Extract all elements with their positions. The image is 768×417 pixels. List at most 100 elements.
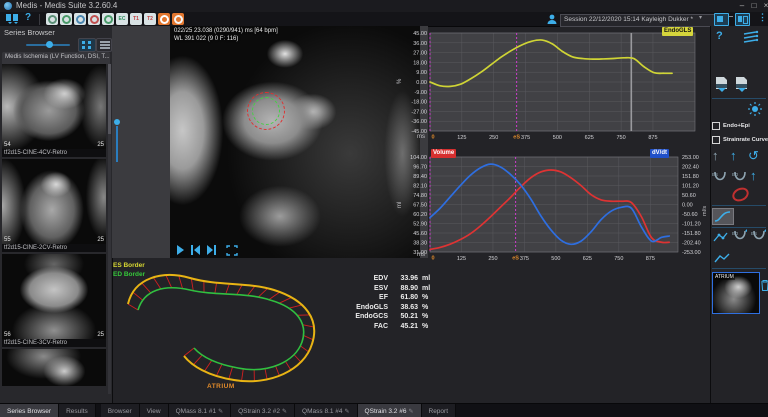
measurement-row: EDV33.96ml [332,274,438,284]
app-icon-2[interactable] [60,13,72,25]
atrium-contour-plot[interactable]: ATRIUM [112,258,344,400]
app-icon-1[interactable] [46,13,58,25]
app-icon-6[interactable]: EC [116,13,128,25]
undo-icon[interactable]: ↺ [748,148,759,164]
series-thumbnail[interactable]: 5625tf2d15-CINE-3CV-Retro [2,254,106,347]
overflow-menu-icon[interactable]: ⋮ [758,12,767,23]
ed-contour-icon[interactable]: ED [731,170,749,185]
tab-results[interactable]: Results [59,404,96,417]
dvdt-chip[interactable]: dV/dt [650,149,669,158]
series-thumbnail-list: 5425tf2d15-CINE-4CV-Retro5525tf2d15-CINE… [2,64,106,388]
es-redetect-icon[interactable]: ES [750,229,768,244]
close-button[interactable]: × [760,0,768,11]
series-name: tf2d15-CINE-2CV-Retro [2,244,106,252]
svg-text:ED: ED [732,231,739,236]
endo-epi-checkbox[interactable] [712,122,720,130]
propagate-up-icon[interactable]: ↑ [750,168,757,183]
frame-slider-handle[interactable] [114,119,120,125]
measurement-row: EndoGLS38.63% [332,303,438,313]
svg-text:ES: ES [751,231,757,236]
maximize-button[interactable]: □ [748,0,760,11]
frame-slider-track[interactable] [116,126,118,162]
svg-text:-151.80: -151.80 [682,231,701,237]
tab-browser[interactable]: Browser [101,404,140,417]
sigmoid-curve-button[interactable] [712,208,734,225]
app-icon-9[interactable] [158,13,170,25]
roi-contour-green[interactable] [252,97,280,125]
svg-text:0: 0 [431,135,434,141]
previous-frame-button[interactable] [190,245,201,256]
endo-epi-checkbox-row: Endo+Epi [712,122,750,130]
tab-qmass-8-1-1[interactable]: QMass 8.1 #1✎ [169,404,232,417]
endogls-chip[interactable]: EndoGLS [662,27,693,36]
tab-qmass-8-1-4[interactable]: QMass 8.1 #4✎ [295,404,358,417]
next-frame-button[interactable] [206,245,217,256]
layout-columns-icon[interactable] [5,13,21,25]
series-thumbnail[interactable] [2,349,106,386]
svg-text:875: 875 [646,256,655,262]
es-contour-icon[interactable]: ES [711,170,729,185]
layout-single-button[interactable] [714,13,729,26]
svg-text:74.80: 74.80 [413,193,427,199]
svg-text:52.90: 52.90 [413,222,427,228]
tab-qstrain-3-2-6[interactable]: QStrain 3.2 #6✎ [358,404,422,417]
series-scrollbar-thumb[interactable] [108,64,111,134]
panel-divider [712,227,766,228]
pencil-icon: ✎ [408,408,413,415]
app-icon-10[interactable] [172,13,184,25]
svg-text:101.20: 101.20 [682,184,699,190]
list-view-button[interactable] [96,38,112,52]
tab-view[interactable]: View [140,404,169,417]
export-avi-icon[interactable] [714,76,730,93]
svg-text:202.40: 202.40 [682,165,699,171]
strainrate-checkbox[interactable] [712,136,720,144]
svg-text:27.00: 27.00 [413,51,427,57]
strainrate-checkbox-row: Strainrate Curve [712,136,768,144]
series-thumbnail[interactable]: 5525tf2d15-CINE-2CV-Retro [2,159,106,252]
series-thumbnail-image: 5425 [2,64,106,149]
svg-text:125: 125 [457,256,466,262]
app-icon-3[interactable] [74,13,86,25]
svg-text:-36.00: -36.00 [411,119,427,125]
study-tab[interactable]: Medis Ischemia (LV Function, DSI, T... [2,52,110,64]
svg-text:250: 250 [489,135,498,141]
delete-icon[interactable] [761,280,768,291]
edit-points-icon[interactable] [712,230,729,244]
thumbnail-size-slider-handle[interactable] [46,41,53,48]
layers-icon[interactable] [742,30,760,44]
measurement-row: ESV88.90ml [332,284,438,294]
user-icon[interactable] [546,13,558,25]
minimize-button[interactable]: – [736,0,748,11]
ed-redetect-icon[interactable]: ED [731,229,749,244]
help-icon-panel[interactable]: ? [716,30,723,42]
export-image-icon[interactable] [734,76,750,93]
series-thumbnail[interactable]: 5425tf2d15-CINE-4CV-Retro [2,64,106,157]
svg-text:253.00: 253.00 [682,155,699,161]
svg-text:500: 500 [553,135,562,141]
app-icon-4[interactable] [88,13,100,25]
tab-qstrain-3-2-2[interactable]: QStrain 3.2 #2✎ [231,404,295,417]
fit-to-view-button[interactable] [226,245,238,256]
export-up-blue-icon[interactable]: ↑ [730,148,737,163]
svg-text:104.00: 104.00 [410,155,427,161]
help-icon[interactable]: ? [25,12,31,23]
image-overlay-line1: 022/25 23.038 (0290/941) ms [64 bpm] [174,28,278,34]
tab-report[interactable]: Report [422,404,457,417]
app-icon-5[interactable] [102,13,114,25]
play-button[interactable] [176,245,185,256]
app-icon-strip: ECT1T2 [46,13,184,25]
series-thumbnail-image [2,349,106,386]
atrium-analysis-thumbnail[interactable]: ATRIUM [712,272,760,314]
volume-chip[interactable]: Volume [431,149,456,158]
app-icon-7[interactable]: T1 [130,13,142,25]
layout-split-button[interactable] [735,13,750,26]
app-icon-8[interactable]: T2 [144,13,156,25]
brightness-contrast-icon[interactable] [748,102,762,116]
series-number: 54 [4,142,11,148]
mri-image[interactable] [170,26,420,258]
grid-view-button[interactable] [78,38,96,52]
tab-series-browser[interactable]: Series Browser [0,404,59,417]
sigmoid-icon [713,209,733,224]
curve-chart-icon[interactable] [714,252,731,265]
export-up-gray-icon[interactable]: ↑ [712,148,719,163]
